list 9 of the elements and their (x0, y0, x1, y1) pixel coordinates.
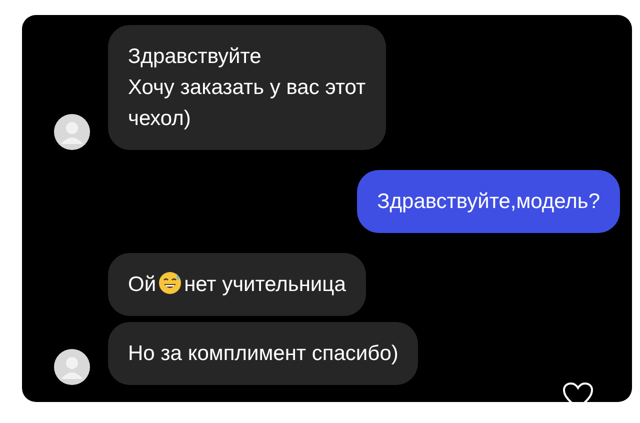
message-text: чехол) (128, 107, 191, 130)
message-text: Здравствуйте (128, 45, 262, 68)
smiling-sweat-emoji-icon (158, 271, 182, 295)
message-text: нет учительница (184, 273, 346, 296)
message-text: Но за комплимент спасибо) (128, 342, 398, 365)
message-text: Ой (128, 273, 156, 296)
message-text: Хочу заказать у вас этот (128, 76, 366, 99)
heart-icon[interactable] (562, 382, 594, 402)
message-text: Здравствуйте,модель? (377, 190, 600, 213)
